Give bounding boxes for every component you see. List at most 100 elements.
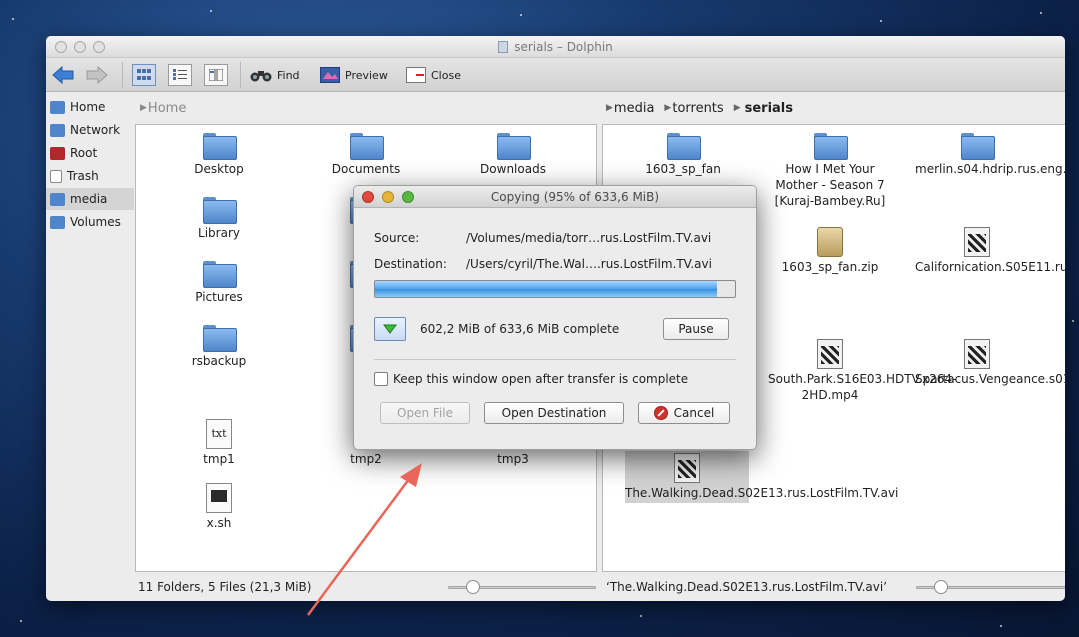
pause-button[interactable]: Pause: [663, 318, 729, 340]
folder-icon: [498, 41, 509, 53]
breadcrumb-torrents[interactable]: torrents: [672, 101, 723, 116]
file-item[interactable]: Pictures: [157, 259, 281, 305]
file-name: Desktop: [194, 162, 244, 176]
destination-value: /Users/cyril/The.Wal….rus.LostFilm.TV.av…: [466, 257, 712, 271]
video-file-icon: [817, 339, 843, 369]
file-item[interactable]: Californication.S05E11.rus.LostFilm.TV.a…: [915, 227, 1065, 275]
dialog-titlebar[interactable]: Copying (95% of 633,6 MiB): [354, 186, 756, 208]
star: [12, 18, 14, 20]
breadcrumb-arrow-icon: ▶: [606, 103, 613, 113]
place-root[interactable]: Root: [46, 142, 134, 164]
folder-icon: [667, 131, 701, 160]
close-panel-button[interactable]: Close: [406, 64, 461, 86]
right-status-text: ‘The.Walking.Dead.S02E13.rus.LostFilm.TV…: [606, 580, 888, 594]
open-file-button[interactable]: Open File: [380, 402, 470, 424]
right-zoom-slider[interactable]: [916, 580, 1065, 594]
home-icon: [50, 100, 65, 114]
place-home[interactable]: Home: [46, 96, 134, 118]
back-button[interactable]: [52, 64, 79, 86]
breadcrumb-serials[interactable]: serials: [745, 101, 793, 116]
preview-button[interactable]: Preview: [320, 64, 388, 86]
file-item-selected[interactable]: The.Walking.Dead.S02E13.rus.LostFilm.TV.…: [625, 451, 899, 503]
complete-text: 602,2 MiB of 633,6 MiB complete: [420, 322, 620, 336]
place-label: Volumes: [70, 215, 121, 229]
file-name: 1603_sp_fan: [645, 162, 721, 176]
place-label: Network: [70, 123, 121, 137]
breadcrumb-media[interactable]: media: [614, 101, 655, 116]
star: [520, 14, 522, 16]
toolbar-separator: [122, 62, 123, 88]
place-label: Root: [70, 146, 98, 160]
file-name: tmp2: [350, 452, 382, 466]
file-item[interactable]: How I Met Your Mother - Season 7 [Kuraj-…: [768, 131, 892, 209]
file-item[interactable]: x.sh: [157, 483, 281, 531]
keep-open-label: Keep this window open after transfer is …: [393, 372, 689, 386]
toolbar: Find Preview Close: [46, 58, 1065, 92]
file-name: Pictures: [195, 290, 243, 304]
breadcrumb-arrow-icon: ▶: [140, 103, 147, 113]
file-name: tmp3: [497, 452, 529, 466]
columns-view-icon: [209, 69, 223, 81]
folder-icon: [350, 131, 384, 160]
details-view-button[interactable]: [168, 64, 192, 86]
places-sidebar: Home Network Root Trash media Volumes: [46, 93, 134, 583]
left-zoom-slider[interactable]: [448, 580, 596, 594]
file-name: Documents: [331, 162, 401, 176]
folder-icon: [203, 195, 237, 224]
cancel-label: Cancel: [673, 406, 715, 420]
file-item[interactable]: txt tmp1: [157, 419, 281, 467]
slider-knob[interactable]: [934, 580, 948, 594]
cancel-button[interactable]: Cancel: [638, 402, 730, 424]
folder-icon: [203, 323, 237, 352]
folder-icon: [203, 131, 237, 160]
file-name: rsbackup: [191, 354, 247, 368]
window-title-text: serials – Dolphin: [514, 40, 613, 54]
file-item[interactable]: 1603_sp_fan: [621, 131, 745, 177]
file-item[interactable]: rsbackup: [157, 323, 281, 369]
icons-view-button[interactable]: [132, 64, 156, 86]
place-label: media: [70, 192, 108, 206]
breadcrumb-arrow-icon: ▶: [733, 103, 741, 113]
slider-knob[interactable]: [466, 580, 480, 594]
file-name: Library: [198, 226, 240, 240]
right-breadcrumb: ▶ media ▶ torrents ▶ serials: [606, 93, 793, 123]
video-file-icon: [964, 339, 990, 369]
find-button[interactable]: Find: [250, 64, 300, 86]
place-network[interactable]: Network: [46, 119, 134, 141]
file-name: Spartacus.Vengeance.s01e09.rus.LostFilm.…: [915, 372, 1065, 386]
open-destination-button[interactable]: Open Destination: [484, 402, 624, 424]
keep-open-checkbox[interactable]: [374, 372, 388, 386]
file-item[interactable]: South.Park.S16E03.HDTV.x264-2HD.mp4: [768, 339, 956, 403]
file-item[interactable]: Desktop: [157, 131, 281, 177]
place-label: Trash: [67, 169, 99, 183]
file-name: 1603_sp_fan.zip: [781, 260, 879, 274]
file-item[interactable]: Library: [157, 195, 281, 241]
file-item[interactable]: merlin.s04.hdrip.rus.eng.novafilm.tv: [915, 131, 1065, 177]
folder-icon: [814, 131, 848, 160]
folder-icon: [497, 131, 531, 160]
file-item[interactable]: Downloads: [451, 131, 575, 177]
breadcrumb-home[interactable]: Home: [148, 101, 186, 116]
back-arrow-icon: [52, 66, 74, 84]
details-toggle-button[interactable]: [374, 317, 406, 341]
window-title: serials – Dolphin: [46, 40, 1065, 54]
folder-icon: [961, 131, 995, 160]
find-label: Find: [277, 68, 300, 82]
file-item[interactable]: Spartacus.Vengeance.s01e09.rus.LostFilm.…: [915, 339, 1065, 387]
root-folder-icon: [50, 146, 65, 160]
file-item[interactable]: 1603_sp_fan.zip: [768, 227, 892, 275]
cancel-icon: [653, 406, 668, 420]
folder-icon: [203, 259, 237, 288]
star: [1072, 320, 1074, 322]
close-label: Close: [431, 68, 461, 82]
place-volumes[interactable]: Volumes: [46, 211, 134, 233]
columns-view-button[interactable]: [204, 64, 228, 86]
place-media[interactable]: media: [46, 188, 134, 210]
file-item[interactable]: Documents: [304, 131, 428, 177]
window-titlebar[interactable]: serials – Dolphin: [46, 36, 1065, 58]
star: [210, 10, 212, 12]
forward-button[interactable]: [86, 64, 113, 86]
place-trash[interactable]: Trash: [46, 165, 134, 187]
breadcrumb-arrow-icon: ▶: [664, 103, 672, 113]
file-name: The.Walking.Dead.S02E13.rus.LostFilm.TV.…: [625, 486, 899, 500]
